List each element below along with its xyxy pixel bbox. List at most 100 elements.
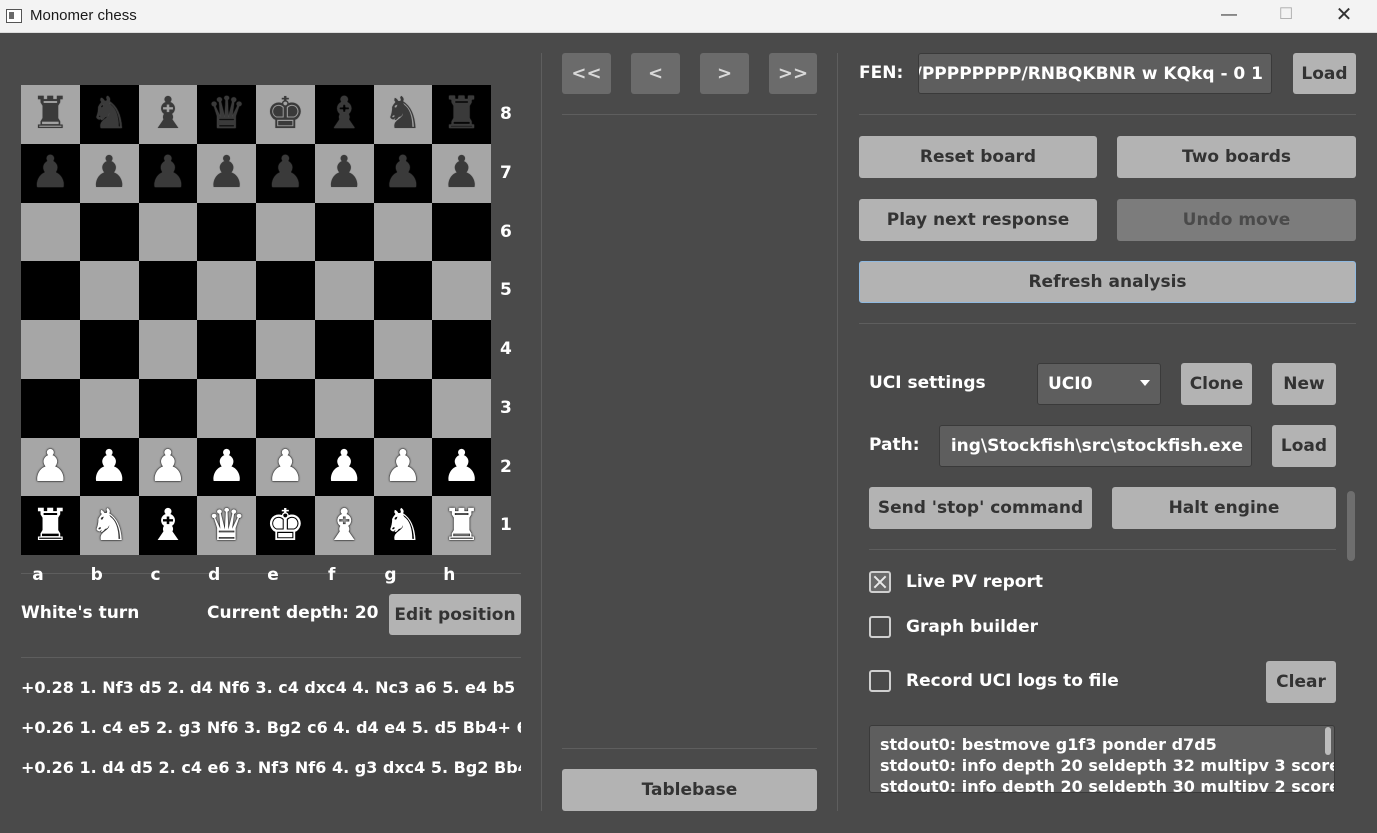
square-d1[interactable]: ♛	[197, 496, 256, 555]
black-queen-icon[interactable]: ♛	[207, 92, 246, 136]
square-d3[interactable]	[197, 378, 256, 438]
analysis-line[interactable]: +0.28 1. Nf3 d5 2. d4 Nf6 3. c4 dxc4 4. …	[21, 678, 521, 697]
square-f1[interactable]: ♝	[314, 496, 374, 555]
engine-path-input[interactable]: ing\Stockfish\src\stockfish.exe	[939, 425, 1252, 467]
refresh-analysis-button[interactable]: Refresh analysis	[859, 261, 1356, 303]
square-f4[interactable]	[314, 320, 374, 379]
white-knight-icon[interactable]: ♞	[89, 503, 128, 548]
fen-input[interactable]: 1/8/PPPPPPPP/RNBQKBNR w KQkq - 0 1	[918, 53, 1272, 94]
square-g8[interactable]: ♞	[373, 85, 433, 144]
square-e2[interactable]: ♟	[256, 437, 315, 497]
white-pawn-icon[interactable]: ♟	[31, 444, 70, 489]
undo-move-button[interactable]: Undo move	[1117, 199, 1356, 241]
next-move-button[interactable]: >	[700, 53, 749, 94]
square-a6[interactable]	[21, 202, 80, 262]
black-knight-icon[interactable]: ♞	[89, 92, 128, 136]
black-pawn-icon[interactable]: ♟	[383, 151, 422, 195]
close-icon[interactable]: ✕	[1321, 0, 1367, 32]
black-pawn-icon[interactable]: ♟	[31, 151, 70, 195]
square-h7[interactable]: ♟	[432, 143, 491, 203]
settings-scrollbar[interactable]	[1347, 491, 1355, 561]
halt-engine-button[interactable]: Halt engine	[1112, 487, 1336, 529]
white-pawn-icon[interactable]: ♟	[148, 444, 187, 489]
square-h5[interactable]	[432, 261, 491, 320]
previous-move-button[interactable]: <	[631, 53, 680, 94]
square-c3[interactable]	[138, 378, 198, 438]
square-b3[interactable]	[79, 378, 139, 438]
square-g1[interactable]: ♞	[373, 496, 433, 555]
square-e3[interactable]	[256, 378, 315, 438]
path-load-button[interactable]: Load	[1272, 425, 1336, 467]
square-c2[interactable]: ♟	[138, 437, 198, 497]
square-c8[interactable]: ♝	[138, 85, 198, 144]
log-scrollbar[interactable]	[1325, 727, 1331, 755]
square-g3[interactable]	[373, 378, 433, 438]
square-g5[interactable]	[373, 261, 433, 320]
black-knight-icon[interactable]: ♞	[383, 92, 422, 136]
square-e4[interactable]	[256, 320, 315, 379]
square-b7[interactable]: ♟	[79, 143, 139, 203]
black-pawn-icon[interactable]: ♟	[148, 151, 187, 195]
square-g6[interactable]	[373, 202, 433, 262]
analysis-line[interactable]: +0.26 1. c4 e5 2. g3 Nf6 3. Bg2 c6 4. d4…	[21, 718, 521, 737]
white-bishop-icon[interactable]: ♝	[148, 503, 187, 548]
black-bishop-icon[interactable]: ♝	[324, 92, 363, 136]
square-h1[interactable]: ♜	[432, 496, 491, 555]
square-h8[interactable]: ♜	[432, 85, 491, 144]
last-move-button[interactable]: >>	[769, 53, 817, 94]
square-b5[interactable]	[79, 261, 139, 320]
square-d7[interactable]: ♟	[197, 143, 256, 203]
edit-position-button[interactable]: Edit position	[389, 594, 521, 635]
clone-button[interactable]: Clone	[1181, 363, 1252, 405]
square-e1[interactable]: ♚	[256, 496, 315, 555]
white-king-icon[interactable]: ♚	[266, 503, 305, 548]
black-king-icon[interactable]: ♚	[266, 92, 305, 136]
new-engine-button[interactable]: New	[1272, 363, 1336, 405]
square-b6[interactable]	[79, 202, 139, 262]
square-a5[interactable]	[21, 261, 80, 320]
fen-load-button[interactable]: Load	[1293, 53, 1356, 94]
square-h4[interactable]	[432, 320, 491, 379]
white-pawn-icon[interactable]: ♟	[266, 444, 305, 489]
square-e7[interactable]: ♟	[256, 143, 315, 203]
uci-log[interactable]: stdout0: bestmove g1f3 ponder d7d5 stdou…	[869, 725, 1335, 793]
square-g4[interactable]	[373, 320, 433, 379]
first-move-button[interactable]: <<	[562, 53, 611, 94]
black-rook-icon[interactable]: ♜	[31, 92, 70, 136]
black-pawn-icon[interactable]: ♟	[442, 151, 481, 195]
square-a3[interactable]	[21, 378, 80, 438]
uci-engine-select[interactable]: UCI0	[1037, 363, 1161, 405]
square-a8[interactable]: ♜	[21, 85, 80, 144]
two-boards-button[interactable]: Two boards	[1117, 136, 1356, 178]
white-pawn-icon[interactable]: ♟	[324, 444, 363, 489]
square-c5[interactable]	[138, 261, 198, 320]
black-pawn-icon[interactable]: ♟	[207, 151, 246, 195]
square-h2[interactable]: ♟	[432, 437, 491, 497]
square-b2[interactable]: ♟	[79, 437, 139, 497]
square-d8[interactable]: ♛	[197, 85, 256, 144]
play-next-response-button[interactable]: Play next response	[859, 199, 1097, 241]
black-bishop-icon[interactable]: ♝	[148, 92, 187, 136]
square-b8[interactable]: ♞	[79, 85, 139, 144]
square-h3[interactable]	[432, 378, 491, 438]
square-e6[interactable]	[256, 202, 315, 262]
square-e8[interactable]: ♚	[256, 85, 315, 144]
white-knight-icon[interactable]: ♞	[383, 503, 422, 548]
white-pawn-icon[interactable]: ♟	[89, 444, 128, 489]
square-c1[interactable]: ♝	[138, 496, 198, 555]
square-f7[interactable]: ♟	[314, 143, 374, 203]
white-queen-icon[interactable]: ♛	[207, 503, 246, 548]
white-pawn-icon[interactable]: ♟	[207, 444, 246, 489]
analysis-line[interactable]: +0.26 1. d4 d5 2. c4 e6 3. Nf3 Nf6 4. g3…	[21, 758, 521, 777]
square-f6[interactable]	[314, 202, 374, 262]
white-pawn-icon[interactable]: ♟	[442, 444, 481, 489]
square-a2[interactable]: ♟	[21, 437, 80, 497]
graph-builder-checkbox[interactable]	[869, 616, 891, 638]
square-f5[interactable]	[314, 261, 374, 320]
white-rook-icon[interactable]: ♜	[442, 503, 481, 548]
tablebase-button[interactable]: Tablebase	[562, 769, 817, 811]
square-h6[interactable]	[432, 202, 491, 262]
live-pv-checkbox[interactable]	[869, 571, 891, 593]
square-e5[interactable]	[256, 261, 315, 320]
white-pawn-icon[interactable]: ♟	[383, 444, 422, 489]
